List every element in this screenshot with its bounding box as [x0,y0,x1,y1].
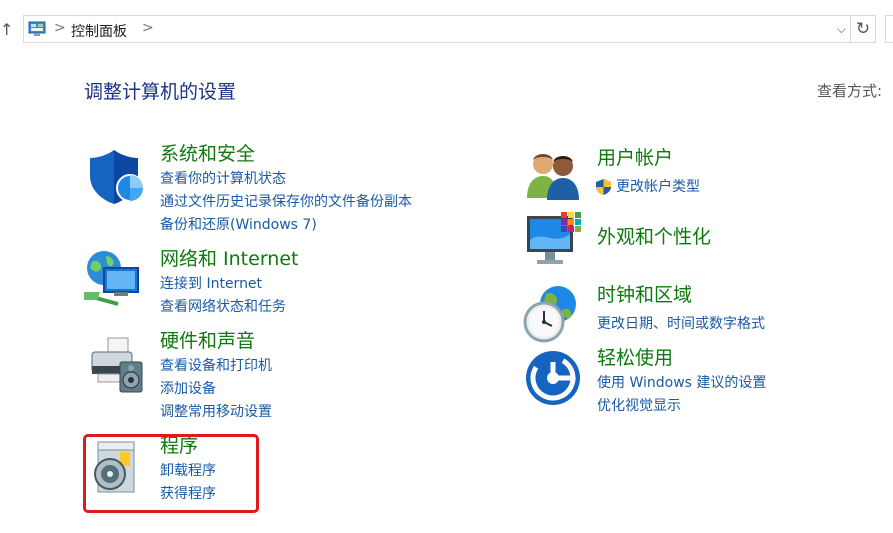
link-date-time-format[interactable]: 更改日期、时间或数字格式 [597,315,765,333]
search-box[interactable] [885,15,893,43]
uac-shield-icon [596,179,611,195]
page-title: 调整计算机的设置 [84,81,237,103]
category-title[interactable]: 用户帐户 [597,147,673,169]
up-arrow-icon[interactable]: ↑ [0,20,16,40]
control-panel-icon [28,21,46,36]
category-title[interactable]: 硬件和声音 [160,330,255,352]
category-title[interactable]: 时钟和区域 [597,284,692,306]
link-recommended-settings[interactable]: 使用 Windows 建议的设置 [597,374,766,392]
refresh-button[interactable]: ↻ [851,15,876,43]
highlight-box [83,434,259,513]
monitor-palette-icon[interactable] [525,210,583,268]
clock-globe-icon[interactable] [522,284,582,344]
category-title[interactable]: 外观和个性化 [597,226,711,248]
link-network-status[interactable]: 查看网络状态和任务 [160,298,286,316]
link-devices-printers[interactable]: 查看设备和打印机 [160,357,272,375]
link-file-history[interactable]: 通过文件历史记录保存你的文件备份副本 [160,193,412,211]
breadcrumb-separator: > [54,20,66,36]
link-add-device[interactable]: 添加设备 [160,380,216,398]
refresh-icon: ↻ [855,19,871,39]
link-connect-internet[interactable]: 连接到 Internet [160,275,262,293]
users-icon[interactable] [525,150,581,200]
chevron-down-icon[interactable]: ⌵ [837,22,846,37]
view-by-label: 查看方式: [817,82,883,100]
breadcrumb-chevron[interactable]: > [142,20,154,36]
link-change-account-type[interactable]: 更改帐户类型 [616,178,700,196]
network-icon[interactable] [84,248,144,308]
category-title[interactable]: 系统和安全 [160,143,255,165]
category-title[interactable]: 网络和 Internet [160,248,298,270]
link-mobility-settings[interactable]: 调整常用移动设置 [160,403,272,421]
link-view-computer-status[interactable]: 查看你的计算机状态 [160,170,286,188]
address-bar[interactable]: > 控制面板 > ⌵ [23,15,851,43]
shield-icon[interactable] [86,146,146,206]
link-backup-restore[interactable]: 备份和还原(Windows 7) [160,216,317,234]
breadcrumb-control-panel[interactable]: 控制面板 [71,21,127,41]
link-optimize-visual[interactable]: 优化视觉显示 [597,397,681,415]
category-title[interactable]: 轻松使用 [597,347,673,369]
ease-of-access-icon[interactable] [525,350,581,406]
printer-icon[interactable] [86,336,146,396]
